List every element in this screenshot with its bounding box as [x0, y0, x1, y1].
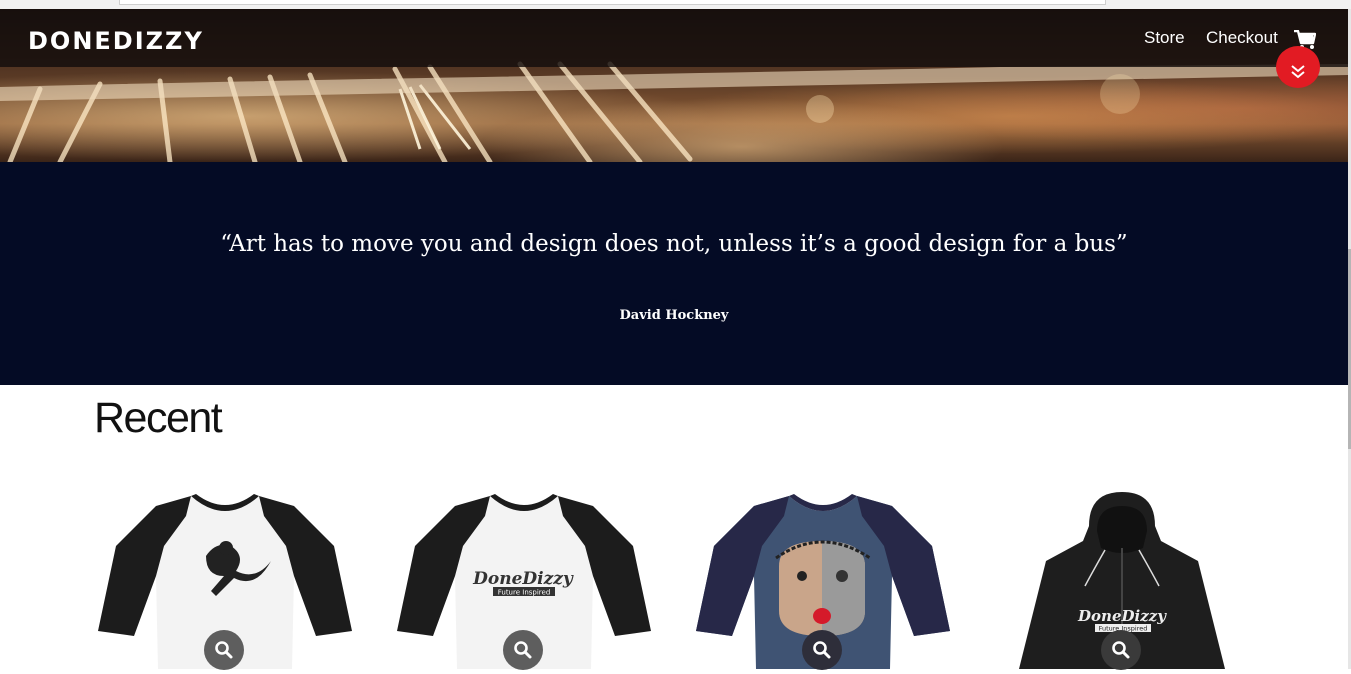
top-navbar: DONEDIZZY Store Checkout	[0, 9, 1348, 67]
print-logo-text: DoneDizzy	[1077, 607, 1167, 625]
zoom-button[interactable]	[204, 630, 244, 670]
print-tagline-text: Future Inspired	[498, 589, 551, 597]
product-card[interactable]	[96, 486, 354, 670]
magnifier-icon	[1112, 641, 1130, 659]
browser-top-strip	[0, 0, 1351, 9]
scroll-down-button[interactable]	[1276, 46, 1320, 88]
nav-link-checkout[interactable]: Checkout	[1206, 28, 1278, 48]
magnifier-icon	[215, 641, 233, 659]
quote-text: “Art has to move you and design does not…	[220, 231, 1128, 257]
nav-link-store[interactable]: Store	[1144, 28, 1185, 48]
double-chevron-down-icon	[1291, 65, 1305, 79]
magnifier-icon	[813, 641, 831, 659]
magnifier-icon	[514, 641, 532, 659]
address-bar[interactable]	[119, 0, 1106, 5]
product-card[interactable]: DoneDizzy Future Inspired	[395, 486, 653, 670]
product-card[interactable]: DoneDizzy Future Inspired	[993, 486, 1251, 670]
quote-section: “Art has to move you and design does not…	[0, 162, 1348, 385]
zoom-button[interactable]	[1101, 630, 1141, 670]
recent-heading: Recent	[94, 394, 223, 442]
zoom-button[interactable]	[503, 630, 543, 670]
print-logo-text: DoneDizzy	[472, 569, 574, 589]
zoom-button[interactable]	[802, 630, 842, 670]
quote-author: David Hockney	[619, 308, 729, 323]
brand-logo[interactable]: DONEDIZZY	[28, 27, 204, 55]
product-card[interactable]	[694, 486, 952, 670]
